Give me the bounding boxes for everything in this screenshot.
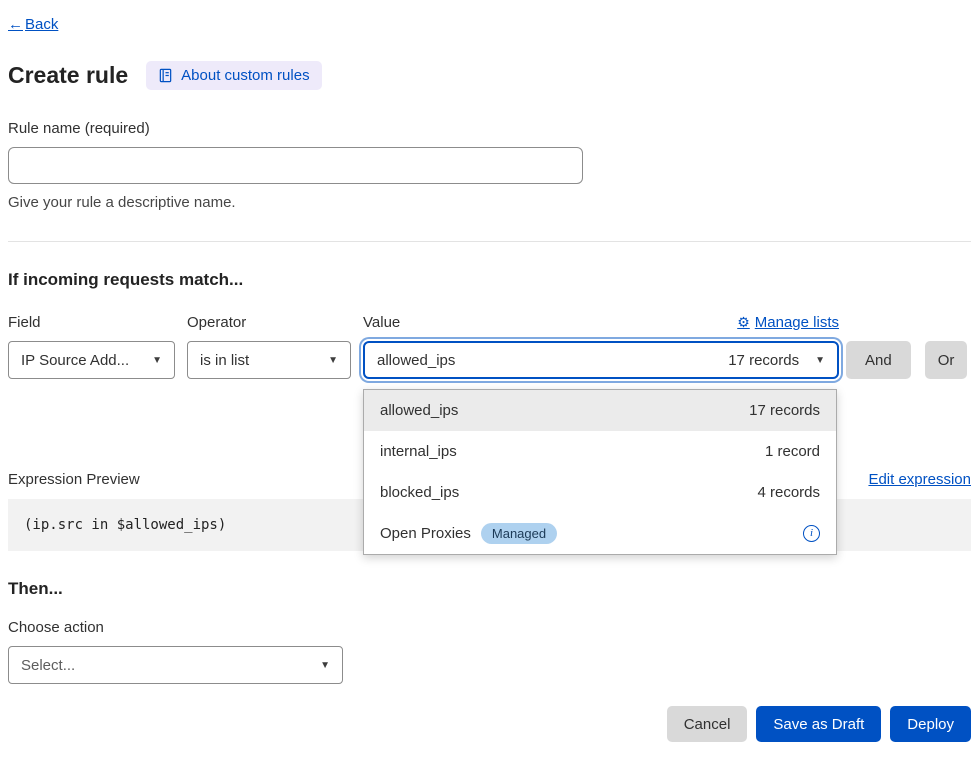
option-name: Open Proxies [380, 525, 471, 542]
match-controls-row: Field IP Source Add... ▼ Operator is in … [8, 314, 971, 379]
gear-icon: ⚙ [737, 314, 750, 331]
operator-select[interactable]: is in list ▼ [187, 341, 351, 379]
about-chip-label: About custom rules [181, 67, 309, 84]
chevron-down-icon: ▼ [328, 355, 338, 366]
manage-lists-label: Manage lists [755, 314, 839, 331]
cancel-button[interactable]: Cancel [667, 706, 748, 742]
expression-preview-label: Expression Preview [8, 471, 140, 488]
page-title: Create rule [8, 62, 128, 89]
and-button[interactable]: And [846, 341, 911, 379]
option-name: internal_ips [380, 443, 457, 460]
option-records: 17 records [749, 402, 820, 419]
choose-action-label: Choose action [8, 619, 971, 636]
rule-name-label: Rule name (required) [8, 120, 971, 137]
action-select-placeholder: Select... [21, 657, 75, 674]
match-section-heading: If incoming requests match... [8, 270, 971, 290]
back-arrow-icon: ← [8, 16, 23, 33]
list-option-internal-ips[interactable]: internal_ips 1 record [364, 431, 836, 472]
manage-lists-link[interactable]: ⚙ Manage lists [737, 314, 839, 331]
chevron-down-icon: ▼ [320, 660, 330, 671]
value-select[interactable]: allowed_ips 17 records ▼ [363, 341, 839, 379]
field-label: Field [8, 314, 175, 331]
or-button[interactable]: Or [925, 341, 968, 379]
footer-actions: Cancel Save as Draft Deploy [8, 706, 971, 742]
option-name: allowed_ips [380, 402, 458, 419]
operator-label: Operator [187, 314, 351, 331]
value-label: Value [363, 314, 400, 331]
page-header: Create rule About custom rules [8, 61, 971, 90]
action-select[interactable]: Select... ▼ [8, 646, 343, 684]
option-name: blocked_ips [380, 484, 459, 501]
value-select-value: allowed_ips [377, 352, 455, 369]
managed-badge: Managed [481, 523, 557, 544]
list-option-allowed-ips[interactable]: allowed_ips 17 records [364, 390, 836, 431]
value-label-row: Value ⚙ Manage lists [363, 314, 839, 331]
option-records: 1 record [765, 443, 820, 460]
save-as-draft-button[interactable]: Save as Draft [756, 706, 881, 742]
chevron-down-icon: ▼ [815, 355, 825, 366]
value-select-dropdown: allowed_ips 17 records internal_ips 1 re… [363, 389, 837, 555]
back-link-label: Back [25, 16, 58, 33]
create-rule-page: ←Back Create rule About custom rules Rul… [0, 0, 979, 762]
option-records: 4 records [757, 484, 820, 501]
list-option-open-proxies[interactable]: Open Proxies Managed i [364, 513, 836, 554]
value-select-records: 17 records [728, 352, 799, 369]
operator-select-value: is in list [200, 352, 249, 369]
value-column: Value ⚙ Manage lists allowed_ips 17 reco… [363, 314, 839, 379]
book-icon [158, 68, 173, 83]
section-divider [8, 241, 971, 242]
edit-expression-link[interactable]: Edit expression [868, 471, 971, 488]
list-option-blocked-ips[interactable]: blocked_ips 4 records [364, 472, 836, 513]
field-select[interactable]: IP Source Add... ▼ [8, 341, 175, 379]
then-section-heading: Then... [8, 579, 971, 599]
about-custom-rules-link[interactable]: About custom rules [146, 61, 321, 90]
back-link[interactable]: ←Back [8, 16, 58, 33]
rule-name-input[interactable] [8, 147, 583, 184]
deploy-button[interactable]: Deploy [890, 706, 971, 742]
chevron-down-icon: ▼ [152, 355, 162, 366]
field-select-value: IP Source Add... [21, 352, 129, 369]
rule-name-helper: Give your rule a descriptive name. [8, 194, 971, 211]
field-column: Field IP Source Add... ▼ [8, 314, 175, 379]
operator-column: Operator is in list ▼ [187, 314, 351, 379]
info-icon[interactable]: i [803, 525, 820, 542]
